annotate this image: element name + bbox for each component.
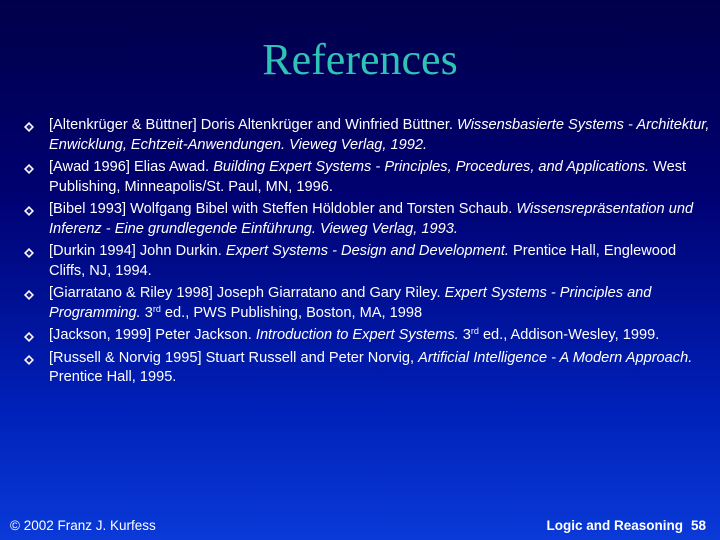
diamond-bullet-icon bbox=[24, 248, 34, 258]
reference-title: Building Expert Systems - Principles, Pr… bbox=[213, 159, 650, 175]
footer-copyright: © 2002 Franz J. Kurfess bbox=[10, 518, 156, 533]
reference-key: [Altenkrüger & Büttner] bbox=[49, 117, 197, 133]
footer-course-page: Logic and Reasoning 58 bbox=[546, 518, 706, 533]
reference-edition-suffix: rd bbox=[470, 326, 479, 336]
page-number: 58 bbox=[690, 518, 706, 533]
diamond-bullet-icon bbox=[24, 290, 34, 300]
reference-item: [Awad 1996] Elias Awad. Building Expert … bbox=[22, 158, 712, 197]
reference-key: [Russell & Norvig 1995] bbox=[49, 349, 202, 366]
reference-key: [Awad 1996] bbox=[49, 159, 130, 175]
reference-authors: Stuart Russell and Peter Norvig, bbox=[205, 349, 415, 366]
reference-key: [Bibel 1993] bbox=[49, 201, 127, 217]
diamond-bullet-icon bbox=[24, 354, 34, 365]
reference-list: [Altenkrüger & Büttner] Doris Altenkrüge… bbox=[22, 116, 712, 391]
diamond-bullet-icon bbox=[24, 332, 34, 342]
reference-item: [Altenkrüger & Büttner] Doris Altenkrüge… bbox=[22, 116, 712, 155]
reference-key: [Giarratano & Riley 1998] bbox=[49, 285, 213, 301]
reference-item: [Bibel 1993] Wolfgang Bibel with Steffen… bbox=[22, 200, 712, 239]
reference-authors: Wolfgang Bibel with Steffen Höldobler an… bbox=[130, 201, 513, 217]
diamond-bullet-icon bbox=[24, 206, 34, 216]
slide-title: References bbox=[262, 35, 458, 84]
reference-item: [Russell & Norvig 1995] Stuart Russell a… bbox=[22, 349, 712, 388]
diamond-bullet-icon bbox=[24, 164, 34, 174]
reference-key: [Durkin 1994] bbox=[49, 243, 136, 259]
diamond-bullet-icon bbox=[24, 122, 34, 132]
reference-authors: Doris Altenkrüger and Winfried Büttner. bbox=[200, 117, 453, 133]
reference-authors: Peter Jackson. bbox=[155, 327, 252, 343]
reference-title: Artificial Intelligence - A Modern Appro… bbox=[418, 349, 693, 366]
reference-authors: John Durkin. bbox=[139, 243, 222, 259]
reference-item: [Durkin 1994] John Durkin. Expert System… bbox=[22, 242, 712, 281]
reference-item: [Giarratano & Riley 1998] Joseph Giarrat… bbox=[22, 284, 712, 323]
reference-item: [Jackson, 1999] Peter Jackson. Introduct… bbox=[22, 326, 712, 346]
footer-course-title: Logic and Reasoning bbox=[546, 518, 683, 533]
reference-title: Expert Systems - Design and Development. bbox=[225, 243, 509, 259]
reference-publication: ed., Addison-Wesley, 1999. bbox=[482, 327, 660, 343]
reference-edition-number: 3 bbox=[462, 327, 471, 343]
reference-key: [Jackson, 1999] bbox=[49, 327, 152, 343]
reference-title: Introduction to Expert Systems. bbox=[255, 327, 459, 343]
reference-edition-number: 3 bbox=[144, 304, 153, 321]
reference-authors: Elias Awad. bbox=[133, 159, 210, 175]
reference-publication: ed., PWS Publishing, Boston, MA, 1998 bbox=[164, 304, 423, 321]
reference-edition-suffix: rd bbox=[152, 303, 161, 314]
reference-publication: Prentice Hall, 1995. bbox=[49, 369, 177, 385]
reference-authors: Joseph Giarratano and Gary Riley. bbox=[216, 285, 441, 301]
